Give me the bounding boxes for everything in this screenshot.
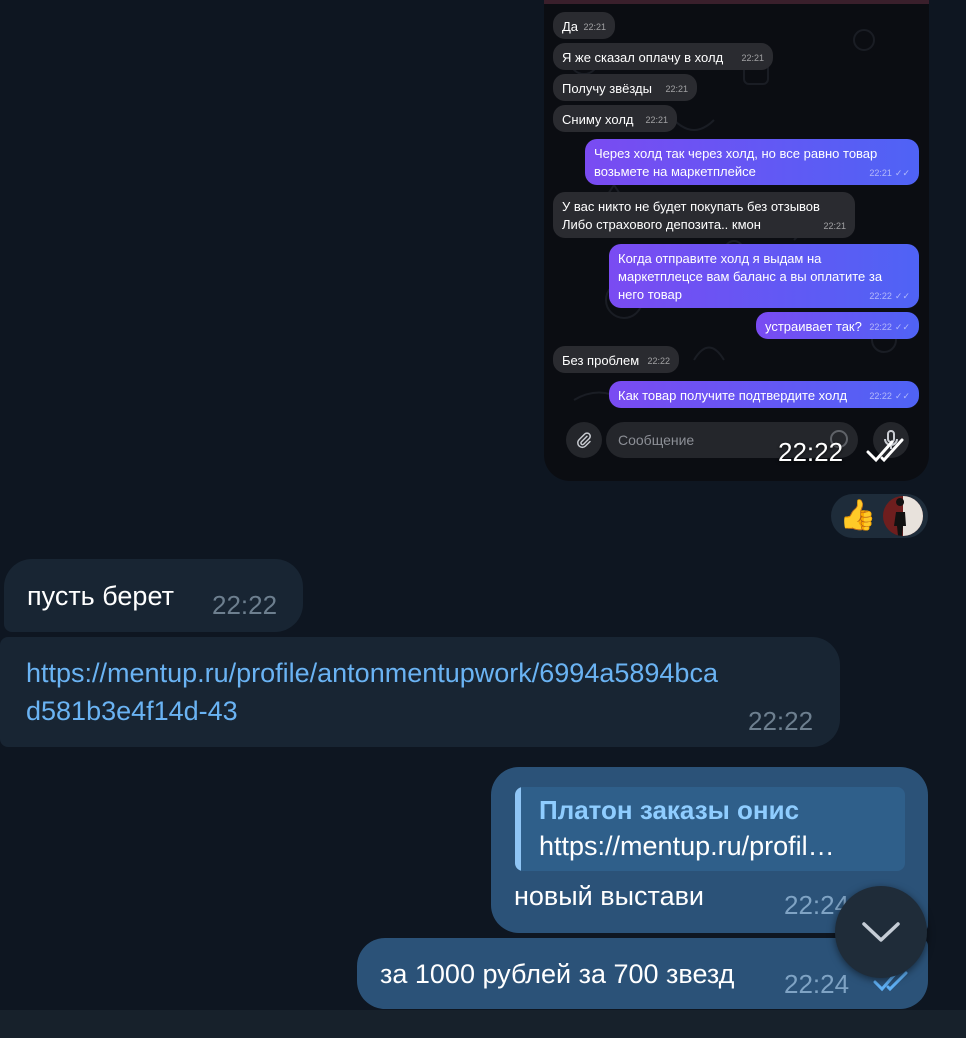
message-text: новый выстави (514, 881, 705, 911)
screenshot-message: устраивает так? 22:22 ✓✓ (756, 312, 919, 339)
paperclip-icon (566, 422, 602, 458)
incoming-message[interactable]: https://mentup.ru/profile/antonmentupwor… (0, 637, 840, 747)
chevron-down-icon (862, 922, 900, 942)
screenshot-message: Я же сказал оплачу в холд 22:21 (553, 43, 773, 70)
message-text: за 1000 рублей за 700 звезд (380, 959, 735, 989)
read-checkmarks-icon: ✓✓ (894, 168, 910, 178)
incoming-message[interactable]: пусть берет 22:22 (4, 559, 303, 632)
message-time: 22:22 (212, 590, 278, 620)
read-checkmarks-icon: ✓✓ (894, 322, 910, 332)
message-time: 22:22 (748, 706, 814, 736)
read-checkmarks-icon (866, 438, 904, 463)
screenshot-message: Без проблем 22:22 (553, 346, 679, 373)
message-time: 22:22 (778, 437, 844, 467)
message-link[interactable]: https://mentup.ru/profile/antonmentupwor… (26, 654, 718, 692)
screenshot-message: Сниму холд 22:21 (553, 105, 677, 132)
reactor-avatar (883, 496, 923, 536)
screenshot-message: Через холд так через холд, но все равно … (585, 139, 919, 185)
message-text: пусть берет (27, 581, 174, 611)
reply-quote[interactable]: Платон заказы онис https://mentup.ru/pro… (515, 787, 905, 871)
read-checkmarks-icon: ✓✓ (894, 391, 910, 401)
message-time: 22:24 (784, 969, 850, 999)
chat-wallpaper-pattern (569, 29, 897, 401)
screenshot-message: У вас никто не будет покупать без отзыво… (553, 192, 855, 238)
screenshot-message: Как товар получите подтвердите холд 22:2… (609, 381, 919, 408)
message-reactions[interactable]: 👍 (831, 494, 928, 538)
screenshot-image-message[interactable]: Да 22:21 Я же сказал оплачу в холд 22:21 П… (544, 0, 929, 481)
screenshot-message: Получу звёзды 22:21 (553, 74, 697, 101)
thumbs-up-reaction[interactable]: 👍 (839, 499, 876, 533)
composer-bar-edge (0, 1010, 966, 1038)
scroll-to-bottom-button[interactable] (835, 886, 927, 978)
reply-bar (515, 787, 521, 871)
screenshot-top-edge (544, 0, 929, 4)
screenshot-message: Когда отправите холд я выдам на маркетпле… (609, 244, 919, 308)
read-checkmarks-icon: ✓✓ (894, 291, 910, 301)
reply-text: https://mentup.ru/profil… (539, 831, 835, 861)
screenshot-message: Да 22:21 (553, 12, 615, 39)
message-link[interactable]: d581b3e4f14d-43 (26, 692, 238, 730)
reply-author: Платон заказы онис (539, 795, 800, 825)
